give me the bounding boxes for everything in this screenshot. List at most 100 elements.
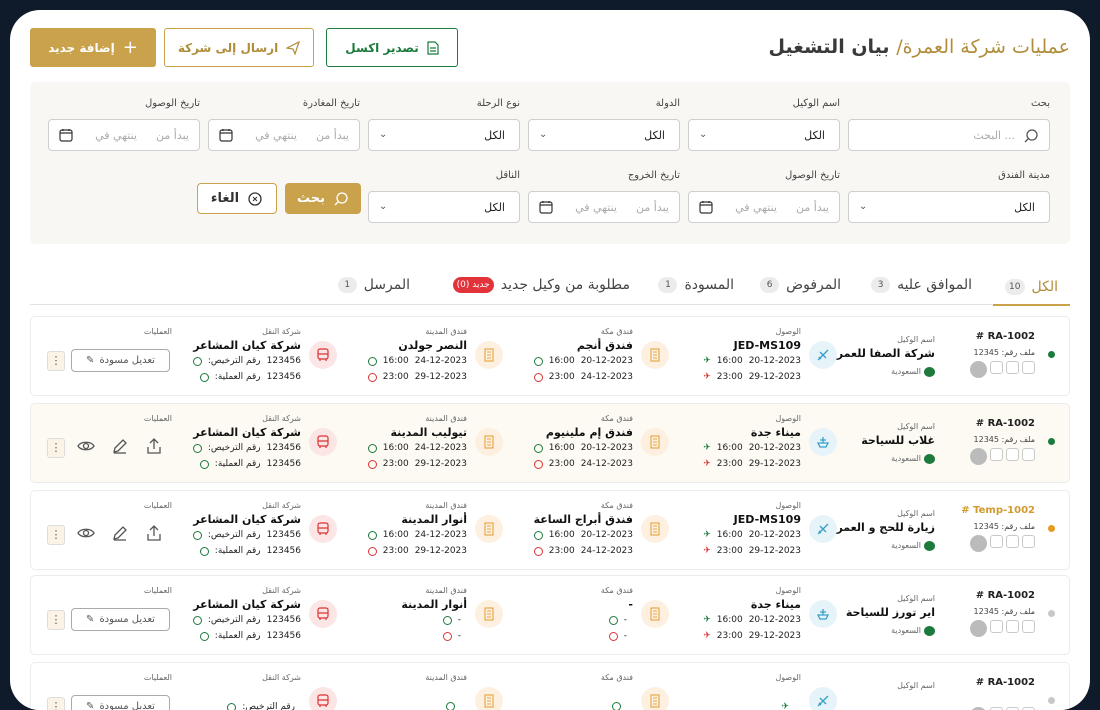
building-icon bbox=[641, 515, 669, 543]
operation-id[interactable]: Temp-1002 # bbox=[961, 505, 1035, 516]
date-to-text: ينتهي في bbox=[735, 201, 777, 214]
plane-icon bbox=[816, 522, 830, 536]
country-value: الكل bbox=[644, 129, 665, 142]
tab-new-agent-requests[interactable]: مطلوبة من وكيل جديدجديد (0) bbox=[453, 270, 630, 300]
edit-draft-label: تعديل مسودة bbox=[99, 614, 155, 625]
tab-all[interactable]: الكل10 bbox=[993, 270, 1070, 306]
add-new-button[interactable]: + إضافة جديد bbox=[30, 28, 156, 67]
license-caption: رقم الترخيص: bbox=[208, 443, 261, 453]
checkout-time: 23:00 bbox=[549, 372, 575, 382]
operation-id[interactable]: RA-1002 # bbox=[976, 677, 1035, 688]
breadcrumb[interactable]: عمليات شركة العمرة/ bbox=[896, 36, 1070, 58]
table-row[interactable]: RA-1002 #ملف رقم: 12345اسم الوكيلشركة ال… bbox=[30, 316, 1070, 396]
tab-draft[interactable]: المسودة1 bbox=[658, 270, 734, 300]
departure-date: 29-12-2023 bbox=[749, 631, 801, 641]
eye-icon[interactable] bbox=[77, 437, 95, 455]
tab-approved[interactable]: الموافق عليه3 bbox=[871, 270, 972, 300]
transport-type-icon bbox=[809, 341, 837, 369]
madinah-hotel-caption: فندق المدينة bbox=[425, 327, 467, 336]
plane-icon: ✈ bbox=[703, 530, 711, 540]
op-number-caption: رقم العملية: bbox=[215, 459, 261, 469]
eye-icon[interactable] bbox=[77, 524, 95, 542]
carrier-select[interactable]: الكل⌄ bbox=[368, 191, 520, 223]
filter-cancel-button[interactable]: الغاء bbox=[197, 183, 277, 214]
kebab-icon[interactable]: ⋮ bbox=[47, 697, 65, 710]
arrival2-date-input[interactable]: يبدأ من ينتهي في bbox=[688, 191, 840, 223]
tab-label: المرفوض bbox=[786, 277, 841, 293]
gear-icon bbox=[200, 547, 209, 556]
date-from-text: يبدأ من bbox=[316, 129, 349, 142]
makkah-checkin: 16:0020-12-2023 bbox=[534, 356, 633, 366]
transport-company: شركة كيان المشاعر bbox=[193, 598, 301, 611]
calendar-icon bbox=[699, 200, 713, 214]
departure-date: 29-12-2023 bbox=[749, 459, 801, 469]
table-row[interactable]: RA-1002 #ملف رقم: 12345اسم الوكيلاير تور… bbox=[30, 575, 1070, 655]
madinah-hotel-caption: فندق المدينة bbox=[425, 673, 467, 682]
departure-datetime: ✈23:0029-12-2023 bbox=[703, 546, 801, 556]
operation-id[interactable]: RA-1002 # bbox=[976, 418, 1035, 429]
kebab-icon[interactable]: ⋮ bbox=[47, 525, 65, 545]
departure-time: 23:00 bbox=[717, 372, 743, 382]
makkah-checkin: - bbox=[609, 615, 633, 625]
agent-caption: اسم الوكيل bbox=[897, 594, 935, 603]
pencil-icon[interactable] bbox=[111, 437, 129, 455]
table-row[interactable]: RA-1002 #ملف رقم: 12345اسم الوكيلغلاب لل… bbox=[30, 403, 1070, 483]
trip-type-select[interactable]: الكل⌄ bbox=[368, 119, 520, 151]
arrival-point: JED-MS109 bbox=[734, 339, 801, 352]
pencil-icon[interactable] bbox=[111, 524, 129, 542]
operation-id[interactable]: RA-1002 # bbox=[976, 590, 1035, 601]
pencil-icon: ✎ bbox=[86, 355, 94, 366]
kebab-icon[interactable]: ⋮ bbox=[47, 351, 65, 371]
ship-icon bbox=[816, 435, 830, 449]
arrow-in-icon bbox=[612, 702, 621, 710]
document-icon bbox=[1022, 620, 1035, 633]
plane-icon: ✈ bbox=[703, 631, 711, 641]
country-select[interactable]: الكل⌄ bbox=[528, 119, 680, 151]
tab-rejected[interactable]: المرفوض6 bbox=[760, 270, 841, 300]
operation-id[interactable]: RA-1002 # bbox=[976, 331, 1035, 342]
share-icon[interactable] bbox=[145, 524, 163, 542]
arrival-caption: الوصول bbox=[775, 673, 801, 682]
table-row[interactable]: Temp-1002 #ملف رقم: 12345اسم الوكيلزيارة… bbox=[30, 490, 1070, 570]
checkout-date: 24-12-2023 bbox=[581, 546, 633, 556]
makkah-checkin bbox=[612, 702, 633, 710]
edit-draft-button[interactable]: تعديل مسودة✎ bbox=[71, 608, 170, 631]
tab-count: 1 bbox=[658, 277, 677, 293]
record-icons bbox=[970, 535, 1035, 552]
edit-draft-button[interactable]: تعديل مسودة✎ bbox=[71, 349, 170, 372]
share-icon[interactable] bbox=[145, 437, 163, 455]
checkout-date: 24-12-2023 bbox=[581, 459, 633, 469]
arrival2-date-filter: تاريخ الوصول يبدأ من ينتهي في bbox=[688, 170, 840, 223]
agent-select[interactable]: الكل⌄ bbox=[688, 119, 840, 151]
checkout-date: 24-12-2023 bbox=[581, 372, 633, 382]
departure-label: تاريخ المغادرة bbox=[208, 98, 360, 112]
filter-search-button[interactable]: بحث bbox=[285, 183, 361, 214]
arrival2-label: تاريخ الوصول bbox=[688, 170, 840, 184]
spreadsheet-icon bbox=[427, 41, 439, 55]
hotel-city-select[interactable]: الكل⌄ bbox=[848, 191, 1050, 223]
table-row[interactable]: RA-1002 #اسم الوكيلالسعوديةالوصول✈✈فندق … bbox=[30, 662, 1070, 710]
checkout-date: 29-12-2023 bbox=[415, 546, 467, 556]
checkout-date-input[interactable]: يبدأ من ينتهي في bbox=[528, 191, 680, 223]
agent-caption: اسم الوكيل bbox=[897, 509, 935, 518]
tab-sent[interactable]: المرسل1 bbox=[338, 270, 410, 300]
agent-caption: اسم الوكيل bbox=[897, 335, 935, 344]
license-number: 123456 bbox=[267, 530, 301, 540]
departure-date-input[interactable]: يبدأ من ينتهي في bbox=[208, 119, 360, 151]
search-input[interactable]: البحث ... bbox=[848, 119, 1050, 151]
kebab-icon[interactable]: ⋮ bbox=[47, 438, 65, 458]
departure-time: 23:00 bbox=[717, 546, 743, 556]
send-to-company-button[interactable]: ارسال إلى شركة bbox=[164, 28, 314, 67]
license-caption: رقم الترخيص: bbox=[208, 356, 261, 366]
edit-draft-button[interactable]: تعديل مسودة✎ bbox=[71, 695, 170, 710]
kebab-icon[interactable]: ⋮ bbox=[47, 610, 65, 630]
arrow-in-icon bbox=[443, 616, 452, 625]
makkah-hotel-name: فندق أنجم bbox=[577, 339, 633, 352]
filter-cancel-label: الغاء bbox=[211, 191, 239, 206]
arrival-date-input[interactable]: يبدأ من ينتهي في bbox=[48, 119, 200, 151]
arrival-datetime: ✈16:0020-12-2023 bbox=[703, 443, 801, 453]
export-excel-button[interactable]: تصدير اكسل bbox=[326, 28, 458, 67]
trip-type-filter: نوع الرحلة الكل⌄ bbox=[368, 98, 520, 151]
page-title: عمليات شركة العمرة/ بيان التشغيل bbox=[769, 36, 1070, 58]
avatar bbox=[970, 361, 987, 378]
